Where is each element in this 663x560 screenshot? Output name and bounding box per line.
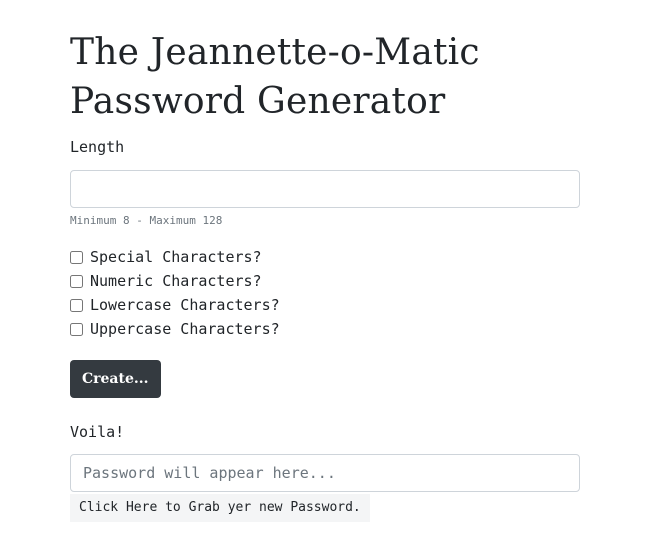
special-characters-checkbox[interactable]: [70, 250, 83, 264]
option-special: Special Characters?: [70, 245, 580, 269]
character-options: Special Characters? Numeric Characters? …: [70, 245, 580, 341]
password-output-field[interactable]: [70, 454, 580, 492]
length-hint: Minimum 8 - Maximum 128: [70, 214, 223, 227]
lowercase-characters-label[interactable]: Lowercase Characters?: [90, 293, 280, 317]
output-label: Voila!: [70, 423, 125, 441]
create-button[interactable]: Create...: [70, 360, 161, 398]
length-input[interactable]: [70, 170, 580, 208]
option-numeric: Numeric Characters?: [70, 269, 580, 293]
length-label: Length: [70, 138, 125, 156]
copy-password-button[interactable]: Click Here to Grab yer new Password.: [70, 494, 370, 522]
numeric-characters-checkbox[interactable]: [70, 274, 83, 288]
uppercase-characters-checkbox[interactable]: [70, 322, 83, 336]
page-title: The Jeannette-o-Matic Password Generator: [70, 28, 580, 126]
uppercase-characters-label[interactable]: Uppercase Characters?: [90, 317, 280, 341]
special-characters-label[interactable]: Special Characters?: [90, 245, 262, 269]
title-line-1: The Jeannette-o-Matic: [70, 32, 480, 73]
option-uppercase: Uppercase Characters?: [70, 317, 580, 341]
lowercase-characters-checkbox[interactable]: [70, 298, 83, 312]
password-generator-form: The Jeannette-o-Matic Password Generator…: [70, 0, 580, 522]
title-line-2: Password Generator: [70, 81, 446, 122]
option-lowercase: Lowercase Characters?: [70, 293, 580, 317]
numeric-characters-label[interactable]: Numeric Characters?: [90, 269, 262, 293]
